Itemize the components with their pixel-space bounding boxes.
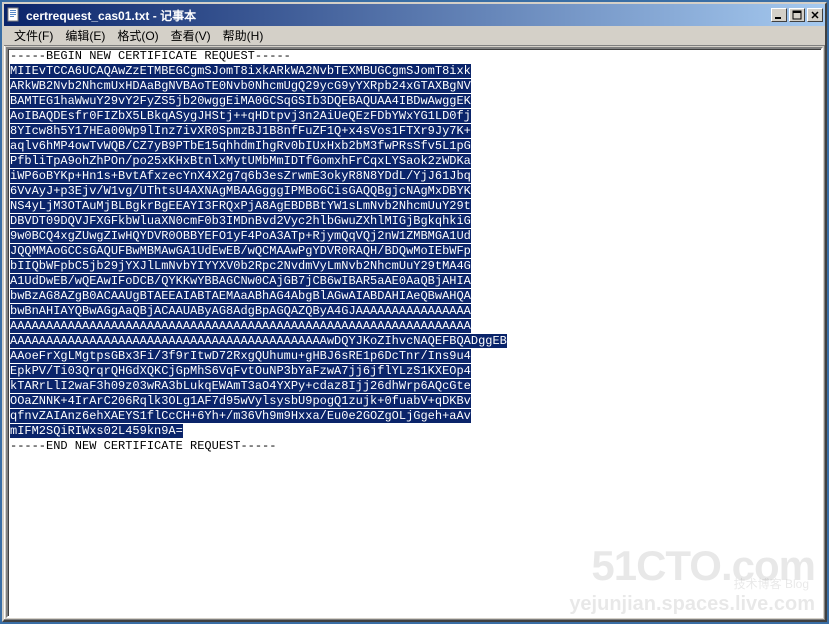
menu-help[interactable]: 帮助(H) (217, 25, 270, 46)
app-icon (6, 7, 22, 23)
minimize-button[interactable] (771, 8, 787, 22)
notepad-window: certrequest_cas01.txt - 记事本 文件(F) 编辑(E) … (2, 2, 827, 622)
maximize-button[interactable] (789, 8, 805, 22)
window-controls (771, 8, 823, 22)
menu-file[interactable]: 文件(F) (8, 25, 59, 46)
menu-view[interactable]: 查看(V) (165, 25, 217, 46)
text-content[interactable]: -----BEGIN NEW CERTIFICATE REQUEST-----M… (8, 49, 821, 454)
close-button[interactable] (807, 8, 823, 22)
menu-format[interactable]: 格式(O) (111, 25, 164, 46)
window-title: certrequest_cas01.txt - 记事本 (26, 7, 771, 24)
editor-area: -----BEGIN NEW CERTIFICATE REQUEST-----M… (6, 47, 823, 618)
menu-edit[interactable]: 编辑(E) (59, 25, 111, 46)
titlebar[interactable]: certrequest_cas01.txt - 记事本 (4, 4, 825, 26)
text-scroll[interactable]: -----BEGIN NEW CERTIFICATE REQUEST-----M… (8, 49, 821, 616)
menubar: 文件(F) 编辑(E) 格式(O) 查看(V) 帮助(H) (4, 26, 825, 46)
